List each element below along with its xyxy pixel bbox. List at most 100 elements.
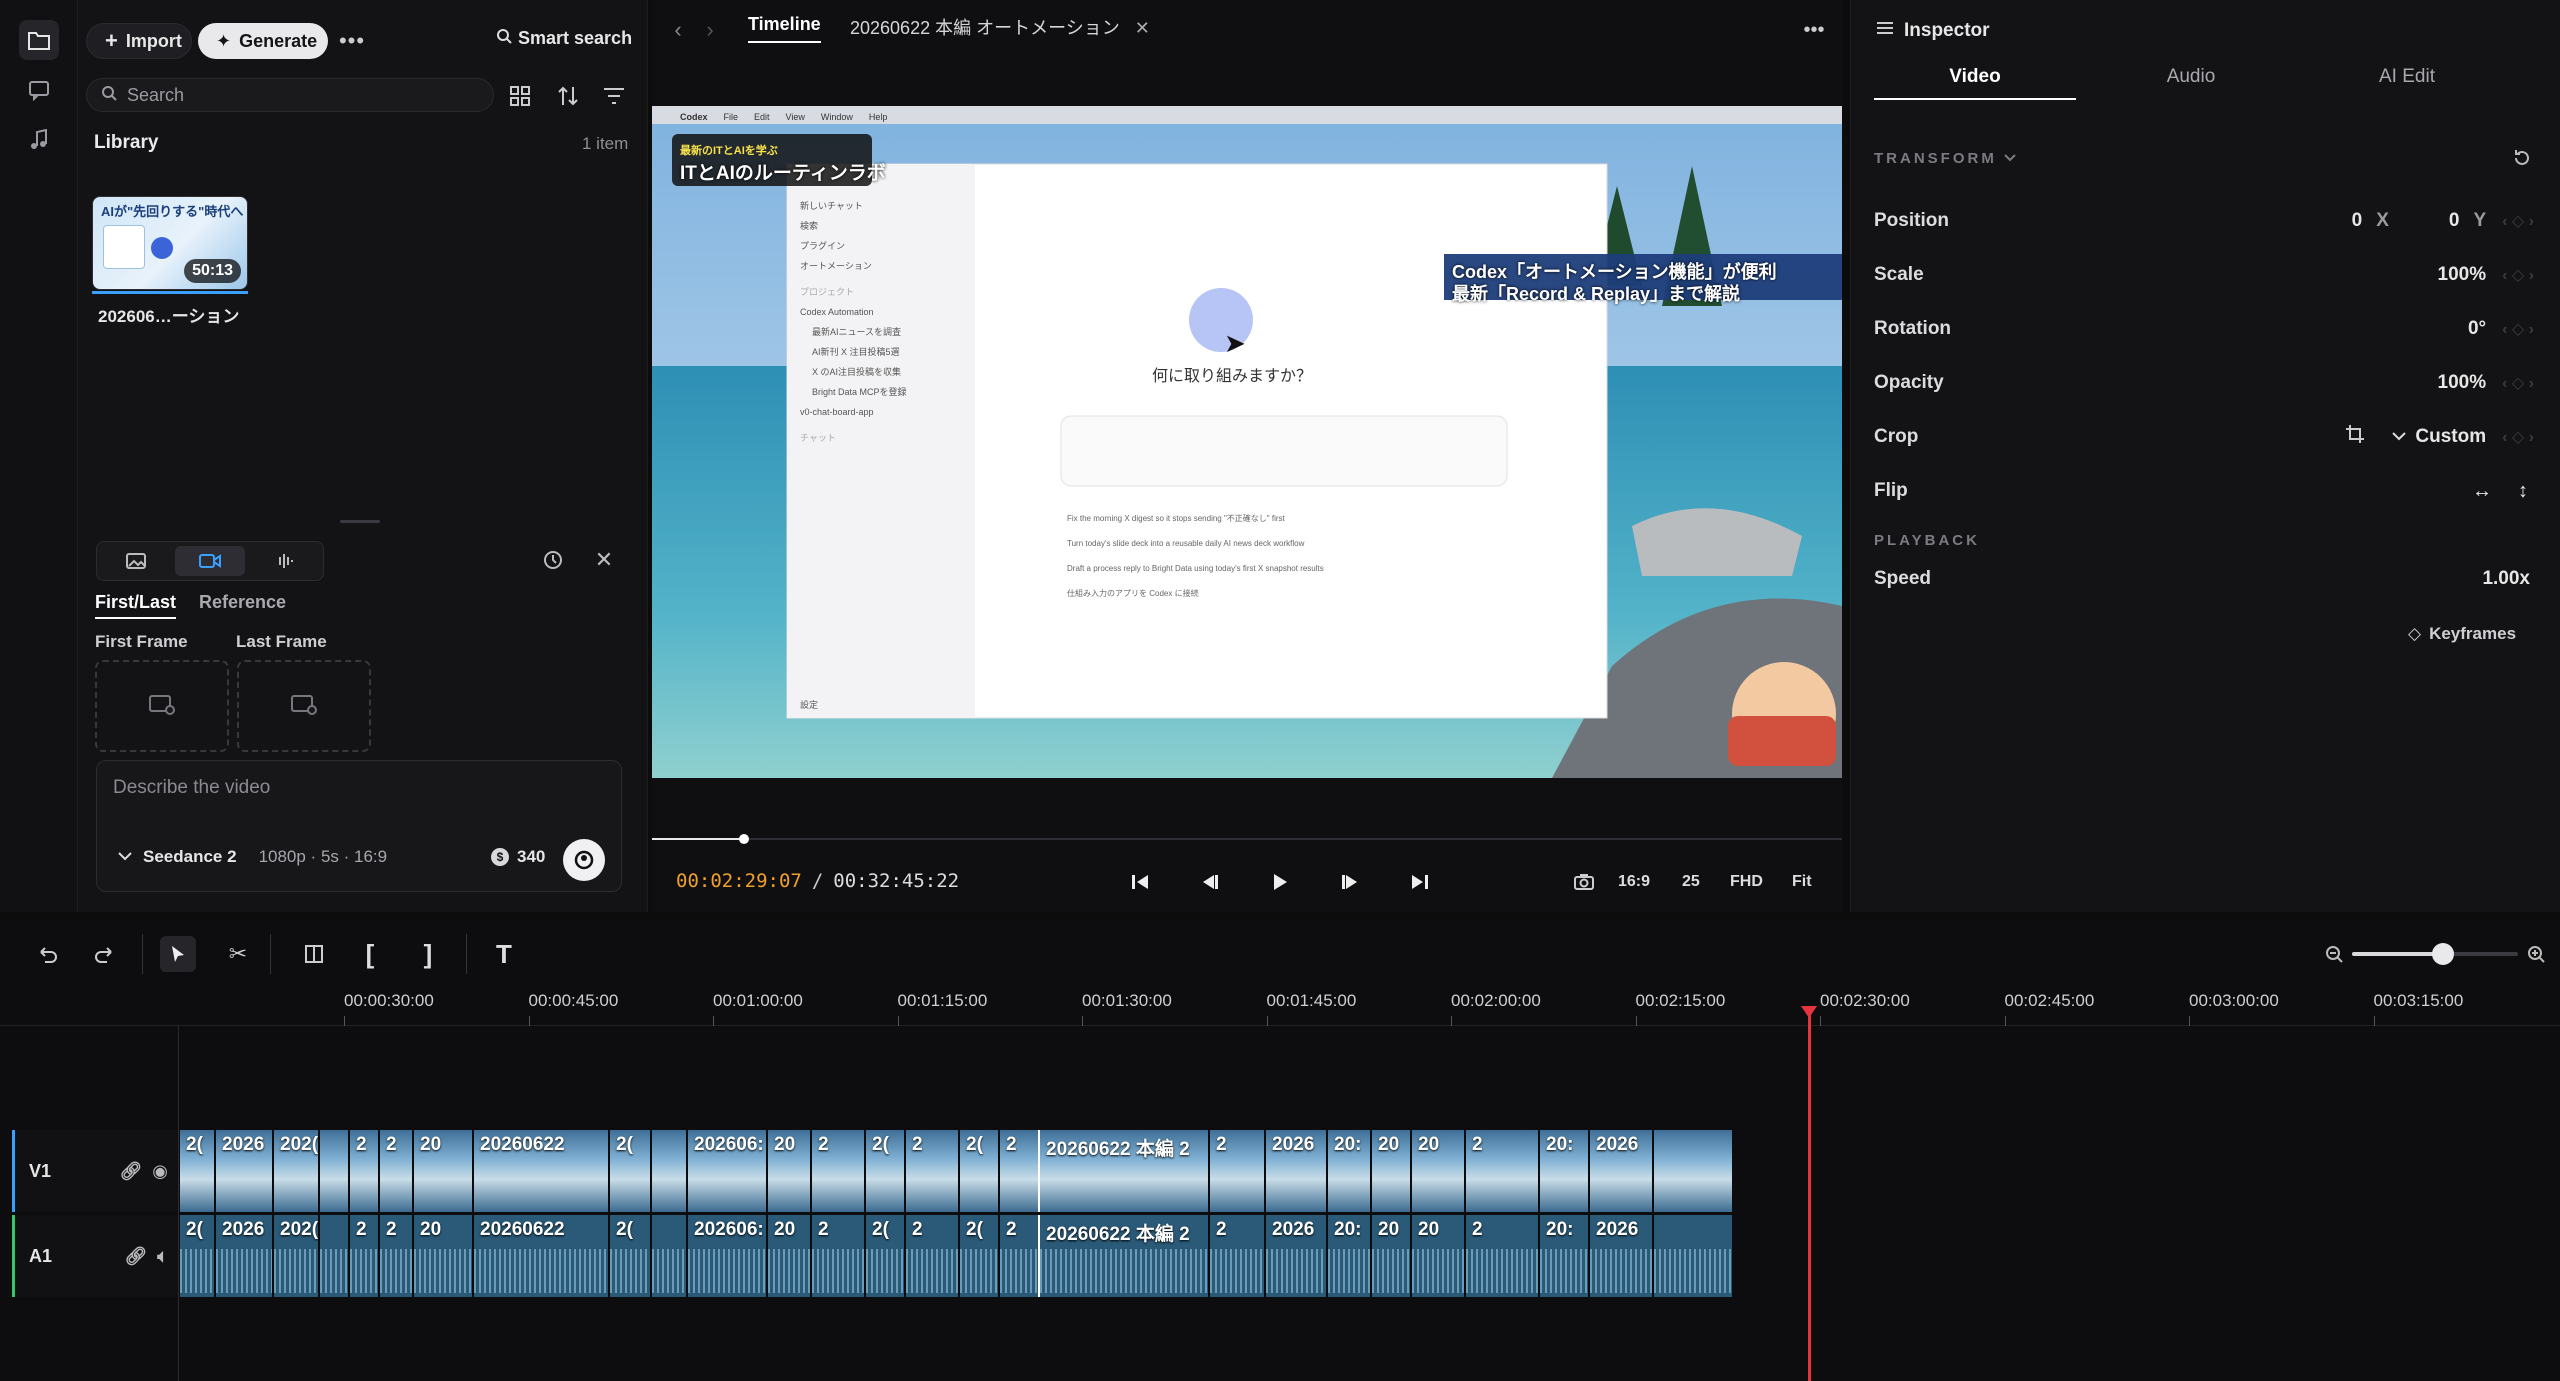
keyframe-controls[interactable]: ‹ ◇ › xyxy=(2502,427,2534,447)
forward-arrow-icon[interactable]: › xyxy=(692,12,728,48)
skip-to-end-icon[interactable] xyxy=(1402,864,1438,900)
link-icon[interactable]: 🔗︎ xyxy=(124,1246,147,1267)
folder-icon[interactable] xyxy=(19,20,59,60)
video-clip[interactable]: 2026 xyxy=(1590,1130,1654,1212)
video-clip[interactable]: 20 xyxy=(414,1130,474,1212)
import-button[interactable]: + Import xyxy=(86,23,192,59)
video-clip[interactable] xyxy=(652,1130,688,1212)
video-clip[interactable]: 2( xyxy=(180,1130,216,1212)
crop-icon[interactable] xyxy=(2345,424,2365,450)
tab-audio[interactable]: Audio xyxy=(2090,66,2292,88)
last-frame-dropzone[interactable] xyxy=(237,660,371,752)
smart-search-button[interactable]: Smart search xyxy=(496,28,632,49)
keyframes-button[interactable]: ◇ Keyframes xyxy=(2408,624,2516,644)
opacity-value[interactable]: 100% xyxy=(2438,372,2487,394)
play-icon[interactable] xyxy=(1262,864,1298,900)
audio-clip[interactable]: 202( xyxy=(274,1215,320,1297)
eye-icon[interactable]: ◉ xyxy=(152,1161,168,1182)
keyframe-controls[interactable]: ‹ ◇ › xyxy=(2502,373,2534,393)
video-clip[interactable]: 2 xyxy=(906,1130,960,1212)
playhead[interactable] xyxy=(1801,1006,1817,1381)
zoom-slider[interactable] xyxy=(2352,943,2518,965)
link-icon[interactable]: 🔗︎ xyxy=(119,1161,142,1182)
speed-value[interactable]: 1.00x xyxy=(2482,568,2530,590)
scale-value[interactable]: 100% xyxy=(2438,264,2487,286)
video-clip[interactable]: 20: xyxy=(1328,1130,1372,1212)
audio-track-a1[interactable]: 2(2026 202(2 2 20 20260622 2(202606: 20 2 2(2 2(2… xyxy=(180,1215,2560,1297)
back-arrow-icon[interactable]: ‹ xyxy=(660,12,696,48)
audio-clip[interactable]: 2026 xyxy=(1266,1215,1328,1297)
flip-vertical-icon[interactable]: ↕ xyxy=(2518,480,2528,503)
scissors-icon[interactable]: ✂ xyxy=(220,936,256,972)
crop-dropdown[interactable]: Custom xyxy=(2391,426,2486,448)
video-clip[interactable]: 2026 xyxy=(216,1130,274,1212)
video-clip[interactable]: 2 xyxy=(1466,1130,1540,1212)
panel-resize-handle[interactable] xyxy=(340,520,380,523)
position-x-value[interactable]: 0 xyxy=(2352,210,2363,232)
video-clip[interactable]: 2 xyxy=(812,1130,866,1212)
mark-out-icon[interactable]: ] xyxy=(410,936,446,972)
tab-video[interactable]: Video xyxy=(1874,66,2076,100)
audio-mode-icon[interactable] xyxy=(249,546,319,576)
search-input[interactable] xyxy=(127,84,457,106)
audio-clip[interactable]: 20: xyxy=(1540,1215,1590,1297)
audio-clip[interactable]: 2 xyxy=(1466,1215,1540,1297)
tab-ai-edit[interactable]: AI Edit xyxy=(2306,66,2508,88)
audio-clip[interactable]: 2 xyxy=(380,1215,414,1297)
music-icon[interactable] xyxy=(19,120,59,160)
audio-clip[interactable] xyxy=(320,1215,350,1297)
video-clip[interactable] xyxy=(1654,1130,1734,1212)
keyframe-controls[interactable]: ‹ ◇ › xyxy=(2502,265,2534,285)
reset-icon[interactable] xyxy=(2504,140,2540,176)
tab-first-last[interactable]: First/Last xyxy=(95,592,177,619)
video-track-v1[interactable]: 2(2026 202(2 2 20 20260622 2(202606: 20 2 2(2 2(2… xyxy=(180,1130,2560,1212)
video-preview[interactable]: 最新のITとAIを学ぶ ITとAIのルーティンラボ Codex「オートメーション… xyxy=(652,106,1842,778)
speaker-icon[interactable]: 🔈︎ xyxy=(157,1246,168,1267)
tab-timeline[interactable]: Timeline xyxy=(748,14,821,43)
audio-clip[interactable]: 2026 xyxy=(216,1215,274,1297)
sort-icon[interactable] xyxy=(550,78,586,114)
aspect-ratio-button[interactable]: 16:9 xyxy=(1618,873,1650,891)
zoom-in-icon[interactable] xyxy=(2518,936,2554,972)
grid-view-icon[interactable] xyxy=(502,78,538,114)
prompt-input[interactable]: Describe the video xyxy=(113,777,270,799)
video-clip[interactable]: 2( xyxy=(960,1130,1000,1212)
rotation-value[interactable]: 0° xyxy=(2468,318,2486,340)
audio-clip[interactable]: 2 xyxy=(350,1215,380,1297)
video-clip[interactable] xyxy=(320,1130,350,1212)
audio-clip[interactable]: 2 xyxy=(1210,1215,1266,1297)
audio-clip[interactable]: 2( xyxy=(180,1215,216,1297)
fit-button[interactable]: Fit xyxy=(1792,873,1812,891)
track-header-a1[interactable]: A1 🔗︎ 🔈︎ xyxy=(12,1215,178,1297)
video-clip[interactable]: 202606: xyxy=(688,1130,768,1212)
audio-clip[interactable]: 2 xyxy=(812,1215,866,1297)
keyframe-controls[interactable]: ‹ ◇ › xyxy=(2502,211,2534,231)
skip-to-start-icon[interactable] xyxy=(1122,864,1158,900)
audio-clip[interactable]: 20: xyxy=(1328,1215,1372,1297)
position-y-value[interactable]: 0 xyxy=(2449,210,2460,232)
audio-clip[interactable]: 2( xyxy=(610,1215,652,1297)
video-clip[interactable]: 2 xyxy=(1210,1130,1266,1212)
close-tab-icon[interactable]: ✕ xyxy=(1135,18,1150,38)
quality-button[interactable]: FHD xyxy=(1730,873,1763,891)
video-clip[interactable]: 20 xyxy=(768,1130,812,1212)
video-clip[interactable]: 2( xyxy=(610,1130,652,1212)
audio-clip[interactable]: 2( xyxy=(960,1215,1000,1297)
audio-clip[interactable]: 2( xyxy=(866,1215,906,1297)
video-clip[interactable]: 2026 xyxy=(1266,1130,1328,1212)
step-back-icon[interactable] xyxy=(1192,864,1228,900)
video-clip[interactable]: 20 xyxy=(1372,1130,1412,1212)
audio-clip[interactable]: 2026 xyxy=(1590,1215,1654,1297)
generate-mode-switch[interactable] xyxy=(96,541,324,581)
video-clip[interactable]: 2 xyxy=(380,1130,414,1212)
audio-clip[interactable]: 20260622 xyxy=(474,1215,610,1297)
filter-icon[interactable] xyxy=(596,78,632,114)
audio-clip[interactable]: 20 xyxy=(1372,1215,1412,1297)
audio-clip[interactable] xyxy=(1654,1215,1734,1297)
keyframe-controls[interactable]: ‹ ◇ › xyxy=(2502,319,2534,339)
image-mode-icon[interactable] xyxy=(101,546,171,576)
transform-section-header[interactable]: TRANSFORM xyxy=(1874,150,2017,167)
video-clip[interactable]: 20: xyxy=(1540,1130,1590,1212)
video-clip[interactable]: 2 xyxy=(1000,1130,1040,1212)
history-icon[interactable] xyxy=(535,542,571,578)
